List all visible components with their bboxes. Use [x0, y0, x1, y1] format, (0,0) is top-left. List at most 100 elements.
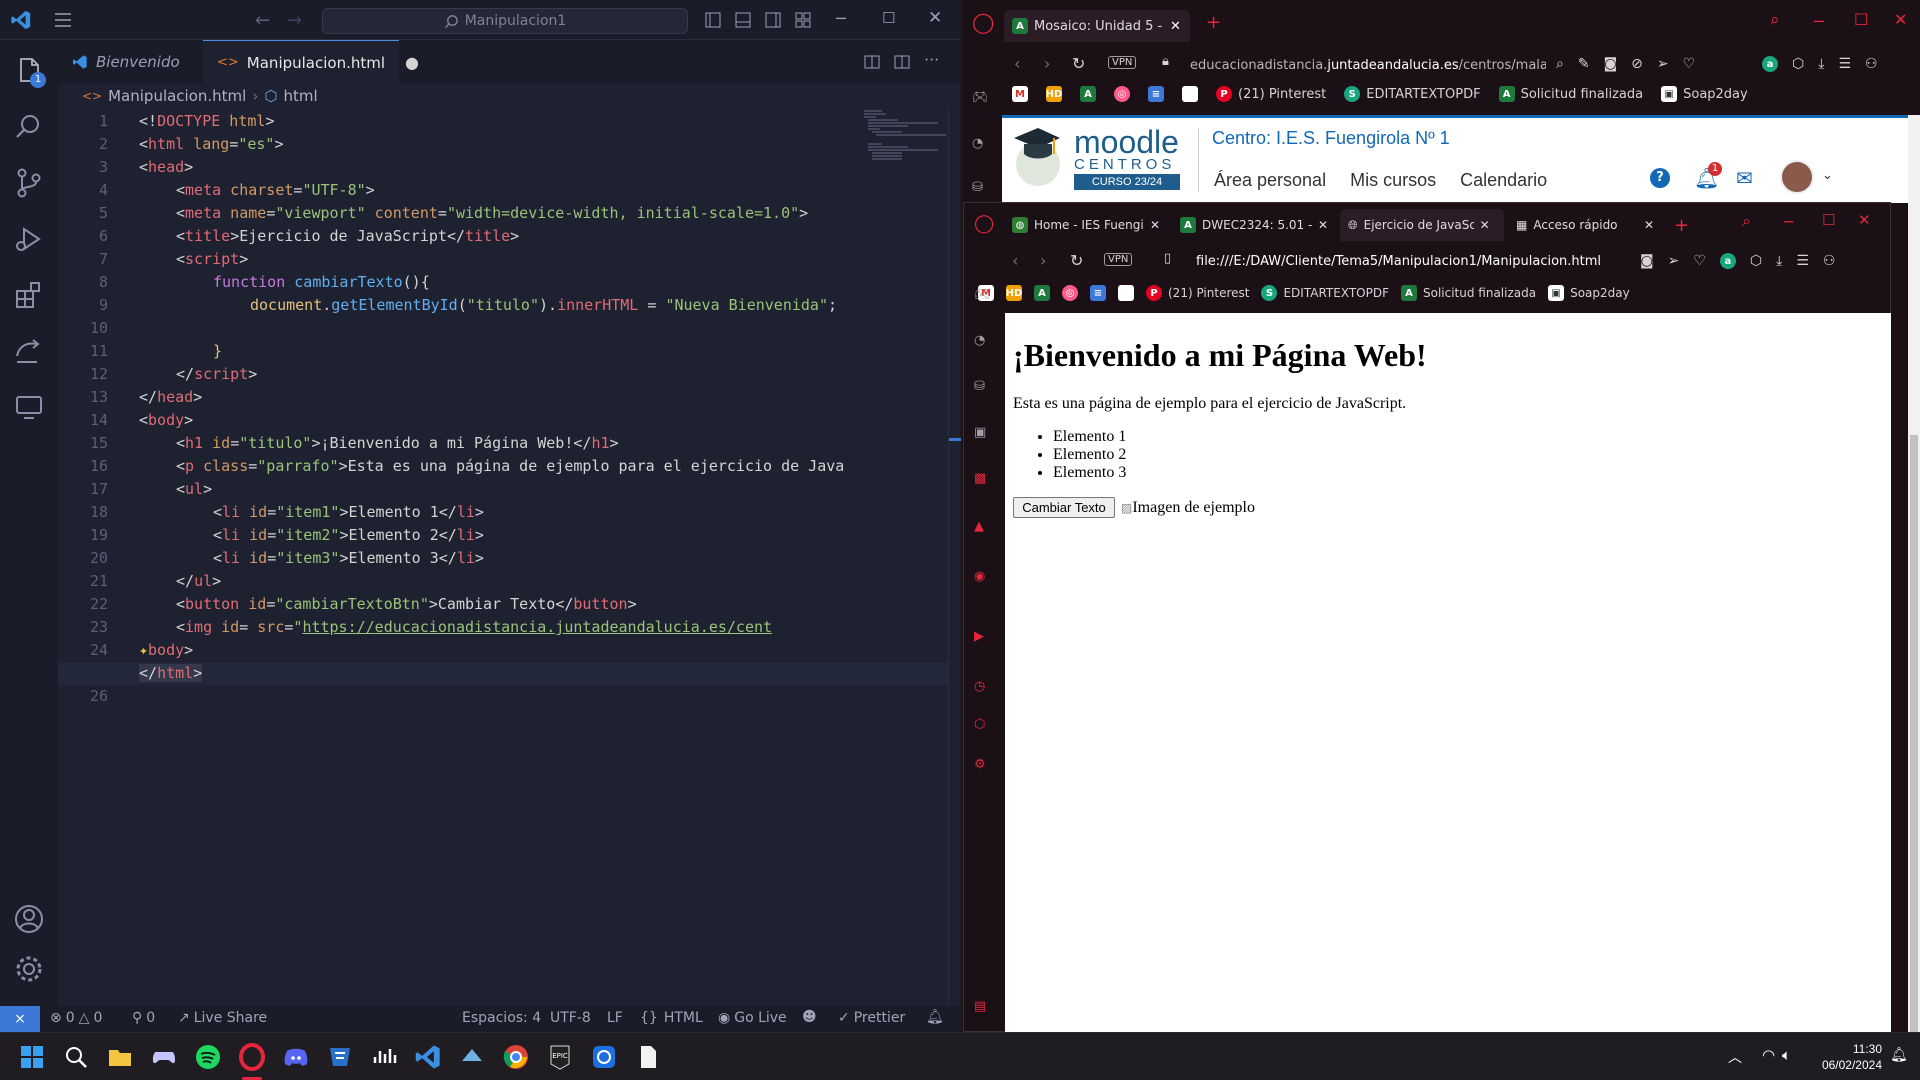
- tab-bienvenido[interactable]: Bienvenido: [58, 40, 203, 84]
- opera-logo-icon[interactable]: ◯: [972, 10, 994, 34]
- moodle-bookmark-icon[interactable]: A: [1080, 86, 1096, 102]
- camera-icon[interactable]: ◙: [1604, 56, 1618, 72]
- eol-status[interactable]: LF: [607, 1010, 623, 1026]
- gaming-icon[interactable]: 🎮︎: [974, 287, 994, 307]
- bookmark-solicitud[interactable]: A Solicitud finalizada: [1400, 285, 1536, 301]
- back-icon[interactable]: ‹: [1012, 251, 1018, 270]
- xbox-gamepad-icon[interactable]: [150, 1043, 178, 1071]
- close-tab-icon[interactable]: ✕: [1644, 218, 1654, 232]
- forward-icon[interactable]: ›: [1044, 54, 1050, 73]
- chevron-down-icon[interactable]: ⌄: [1822, 168, 1833, 183]
- problems-indicator[interactable]: ⊗ 0 △ 0: [50, 1010, 102, 1026]
- search-icon[interactable]: [62, 1043, 90, 1071]
- prettier-status[interactable]: ✓ Prettier: [838, 1010, 905, 1026]
- epic-games-icon[interactable]: EPIC: [546, 1043, 574, 1071]
- close-tab-icon[interactable]: ✕: [1170, 19, 1181, 34]
- tab-ejercicio-javascript[interactable]: 🌐︎ Ejercicio de JavaScrip ✕: [1340, 209, 1504, 241]
- hd-icon[interactable]: HD: [1006, 285, 1022, 301]
- remote-indicator-icon[interactable]: ⨯: [0, 1006, 40, 1032]
- open-preview-icon[interactable]: [864, 54, 880, 70]
- bookmark-editartextopdf[interactable]: S EDITARTEXTOPDF: [1344, 86, 1481, 102]
- reload-icon[interactable]: ↻: [1070, 251, 1083, 270]
- hd-icon[interactable]: HD: [1046, 86, 1062, 102]
- download-icon[interactable]: ⤓: [1818, 56, 1824, 72]
- tab-home-ies[interactable]: ◍ Home - IES Fuengirol ✕: [1004, 209, 1168, 241]
- minimize-icon[interactable]: ─: [836, 9, 846, 28]
- messages-icon[interactable]: ✉: [1736, 166, 1753, 190]
- copilot-icon[interactable]: ☻: [802, 1009, 817, 1025]
- bookmark-soap2day[interactable]: ▣ Soap2day: [1661, 86, 1748, 102]
- url-field[interactable]: file:///E:/DAW/Cliente/Tema5/Manipulacio…: [1196, 254, 1601, 269]
- command-center-search[interactable]: Manipulacion1: [322, 8, 688, 34]
- remote-explorer-icon[interactable]: [12, 390, 46, 424]
- heart-icon[interactable]: ♡: [1683, 56, 1696, 72]
- tab-manipulacion-html[interactable]: <> Manipulacion.html ●: [203, 40, 419, 84]
- page-icon[interactable]: [1182, 86, 1198, 102]
- nav-calendario[interactable]: Calendario: [1460, 170, 1547, 191]
- donut-icon[interactable]: ◎: [1114, 86, 1130, 102]
- zoom-icon[interactable]: ⌕: [1556, 56, 1564, 72]
- maximize-icon[interactable]: ☐: [882, 9, 895, 27]
- manage-gear-icon[interactable]: [12, 952, 46, 986]
- discord-icon[interactable]: [282, 1043, 310, 1071]
- back-arrow-icon[interactable]: ←: [255, 10, 270, 31]
- notifications-bell-icon[interactable]: 🔔︎: [926, 1009, 944, 1025]
- breadcrumb-node[interactable]: html: [283, 87, 317, 105]
- editor-scrollbar[interactable]: [948, 108, 961, 1006]
- camera-icon[interactable]: ◙: [1640, 253, 1654, 269]
- run-debug-icon[interactable]: [12, 222, 46, 256]
- live-share-status[interactable]: ↗ Live Share: [178, 1010, 267, 1026]
- search-view-icon[interactable]: [12, 110, 46, 144]
- profile-icon[interactable]: ⚇: [1865, 56, 1878, 72]
- notification-center-icon[interactable]: 🔔︎: [1890, 1047, 1908, 1063]
- ports-indicator[interactable]: ⚲ 0: [132, 1010, 155, 1026]
- live-share-icon[interactable]: [12, 334, 46, 368]
- unsaved-dot-icon[interactable]: ●: [405, 53, 419, 72]
- bookmark-editartextopdf[interactable]: S EDITARTEXTOPDF: [1261, 285, 1389, 301]
- rocket-league-icon[interactable]: [326, 1043, 354, 1071]
- maximize-icon[interactable]: ☐: [1854, 10, 1868, 29]
- easy-setup-icon[interactable]: ☰: [1838, 56, 1851, 72]
- tab-mosaico[interactable]: A Mosaico: Unidad 5 - Model ✕: [1004, 10, 1190, 42]
- easy-setup-icon[interactable]: ☰: [1796, 253, 1809, 269]
- accounts-icon[interactable]: [12, 902, 46, 936]
- new-tab-icon[interactable]: +: [1206, 12, 1221, 33]
- spotify-icon[interactable]: [194, 1043, 222, 1071]
- split-editor-icon[interactable]: [894, 54, 910, 70]
- gmail-icon[interactable]: M: [1012, 86, 1028, 102]
- reload-icon[interactable]: ↻: [1072, 54, 1085, 73]
- lock-icon[interactable]: 🔒︎: [1162, 54, 1169, 69]
- windows-start-icon[interactable]: [18, 1043, 46, 1071]
- menu-icon[interactable]: [54, 12, 72, 28]
- close-tab-icon[interactable]: ✕: [1150, 218, 1160, 232]
- shopping-icon[interactable]: ⛁: [974, 379, 994, 399]
- code-link[interactable]: https://educacionadistancia.juntadeandal…: [302, 618, 772, 636]
- bookmark-pinterest[interactable]: P (21) Pinterest: [1216, 86, 1326, 102]
- close-icon[interactable]: ✕: [928, 8, 942, 28]
- tab-search-icon[interactable]: ⌕: [1770, 10, 1780, 30]
- sidebar-setup-icon[interactable]: ▤: [974, 999, 994, 1019]
- donut-icon[interactable]: ◎: [1062, 285, 1078, 301]
- heart-icon[interactable]: ♡: [1693, 253, 1706, 269]
- download-icon[interactable]: ⤓: [1776, 253, 1782, 269]
- edit-icon[interactable]: ✎: [1578, 56, 1590, 72]
- cambiar-texto-button[interactable]: Cambiar Texto: [1013, 497, 1115, 518]
- explorer-icon[interactable]: 1: [12, 54, 46, 88]
- minimize-icon[interactable]: ─: [1814, 12, 1824, 31]
- toggle-panel-icon[interactable]: [735, 12, 751, 28]
- page-scrollbar[interactable]: [1908, 115, 1920, 1035]
- close-tab-icon[interactable]: ✕: [1480, 218, 1490, 232]
- close-window-icon[interactable]: ✕: [1894, 10, 1907, 29]
- notepad-icon[interactable]: [634, 1043, 662, 1071]
- chrome-icon[interactable]: [502, 1043, 530, 1071]
- remote-desktop-icon[interactable]: [590, 1043, 618, 1071]
- moodle-bookmark-icon[interactable]: A: [1034, 285, 1050, 301]
- vpn-badge[interactable]: VPN: [1104, 253, 1133, 266]
- bookmark-pinterest[interactable]: P (21) Pinterest: [1146, 285, 1249, 301]
- page-icon[interactable]: [1118, 285, 1134, 301]
- cube-sidebar-icon[interactable]: ⬡: [974, 717, 994, 737]
- customize-layout-icon[interactable]: [795, 12, 811, 28]
- extensions-icon[interactable]: [12, 278, 46, 312]
- forward-icon[interactable]: ›: [1040, 251, 1046, 270]
- audio-bars-icon[interactable]: [370, 1043, 398, 1071]
